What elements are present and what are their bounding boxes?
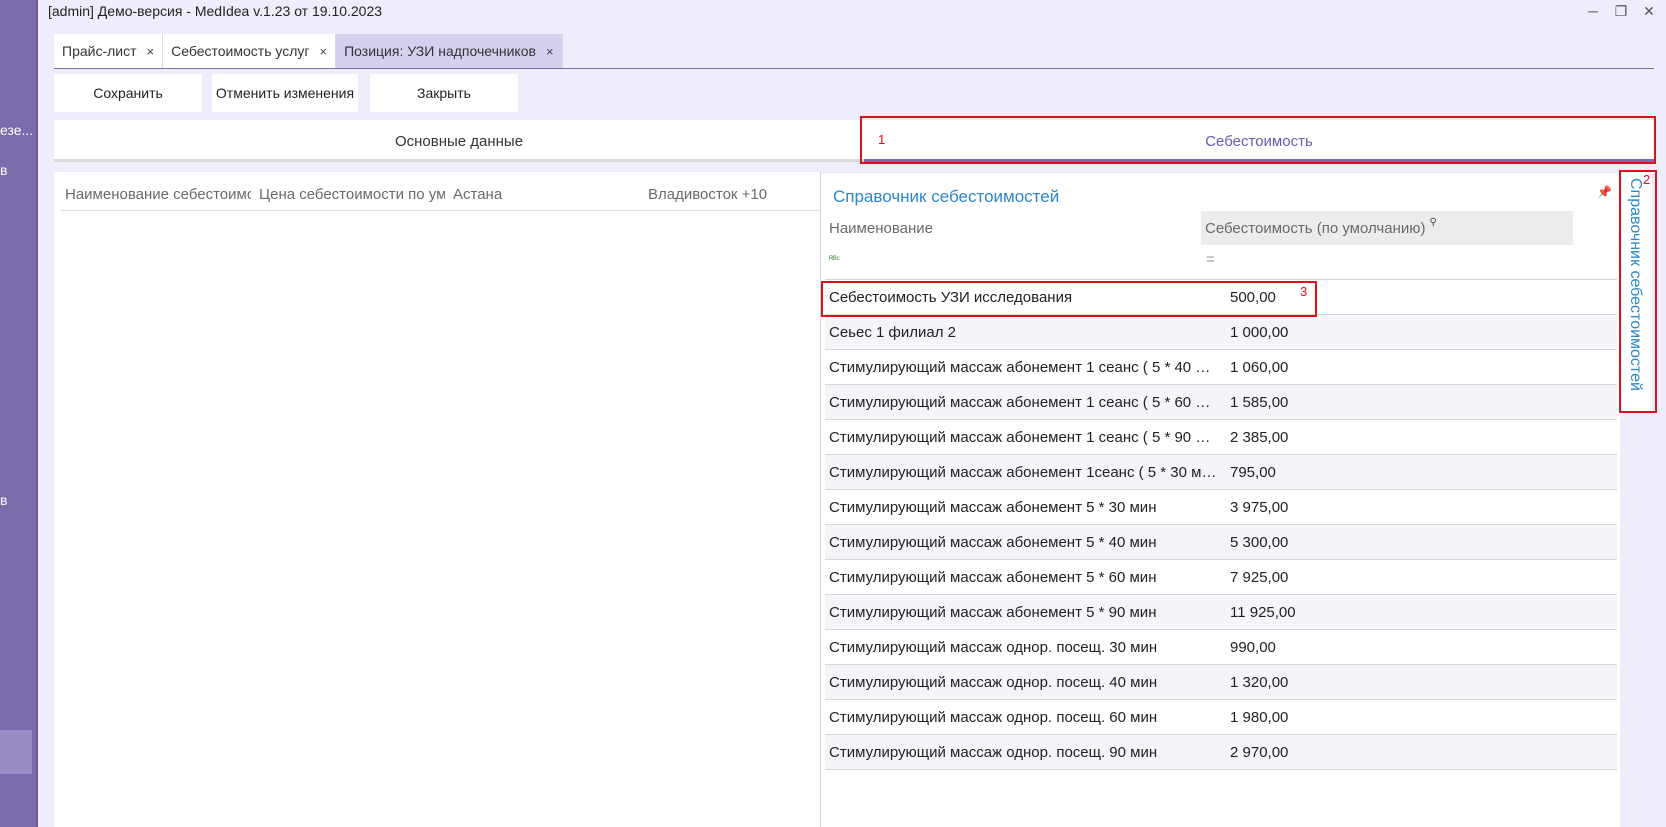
sidebar-item-fragment[interactable]: в: [0, 162, 7, 178]
filter-icon[interactable]: ⚲: [1429, 217, 1436, 228]
column-header[interactable]: Владивосток +10: [648, 186, 808, 203]
annotation-box-2: [1619, 170, 1657, 413]
cost-grid-panel: Наименование себестоимости Цена себестои…: [54, 172, 820, 827]
row-name: Стимулирующий массаж однор. посещ. 90 ми…: [829, 744, 1158, 761]
table-row[interactable]: Сеьес 1 филиал 2 1 000,00: [825, 315, 1617, 350]
row-name: Стимулирующий массаж однор. посещ. 60 ми…: [829, 709, 1158, 726]
column-header[interactable]: Наименование себестоимости: [65, 186, 251, 203]
table-row[interactable]: Стимулирующий массаж абонемент 5 * 40 ми…: [825, 525, 1617, 560]
row-cost: 2 970,00: [1230, 744, 1289, 761]
row-name: Стимулирующий массаж однор. посещ. 40 ми…: [829, 674, 1158, 691]
equals-filter-icon[interactable]: =: [1206, 251, 1215, 268]
tab-label: Себестоимость услуг: [171, 43, 310, 59]
minimize-icon[interactable]: ─: [1582, 1, 1604, 21]
close-window-icon[interactable]: ✕: [1638, 1, 1660, 21]
tab-underline: [54, 159, 864, 162]
tab-price-list[interactable]: Прайс-лист ×: [54, 34, 164, 68]
annotation-number: 3: [1300, 284, 1308, 299]
column-header-cost[interactable]: Себестоимость (по умолчанию) ⚲: [1201, 211, 1573, 245]
row-name: Стимулирующий массаж абонемент 5 * 30 ми…: [829, 499, 1157, 516]
window-title: [admin] Демо-версия - MedIdea v.1.23 от …: [48, 3, 383, 19]
tab-label: Прайс-лист: [62, 43, 137, 59]
row-cost: 990,00: [1230, 639, 1276, 656]
table-row[interactable]: Стимулирующий массаж абонемент 1сеанс ( …: [825, 455, 1617, 490]
annotation-box-3: [821, 281, 1317, 317]
row-name: Стимулирующий массаж однор. посещ. 30 ми…: [829, 639, 1158, 656]
document-tabs: Прайс-лист × Себестоимость услуг × Позиц…: [54, 34, 563, 68]
tabs-divider: [54, 68, 1654, 69]
row-cost: 3 975,00: [1230, 499, 1289, 516]
row-name: Стимулирующий массаж абонемент 5 * 40 ми…: [829, 534, 1157, 551]
column-header[interactable]: Астана: [453, 186, 603, 203]
row-cost: 7 925,00: [1230, 569, 1289, 586]
row-cost: 1 060,00: [1230, 359, 1289, 376]
table-row[interactable]: Стимулирующий массаж абонемент 5 * 60 ми…: [825, 560, 1617, 595]
column-header[interactable]: Цена себестоимости по умолчанию: [259, 186, 445, 203]
row-name: Сеьес 1 филиал 2: [829, 324, 956, 341]
table-row[interactable]: Стимулирующий массаж однор. посещ. 60 ми…: [825, 700, 1617, 735]
panel-title: Справочник себестоимостей: [833, 187, 1060, 206]
row-cost: 1 980,00: [1230, 709, 1289, 726]
row-name: Стимулирующий массаж абонемент 1сеанс ( …: [829, 464, 1219, 481]
app-sidebar: езе... в в: [0, 0, 38, 827]
close-tab-icon[interactable]: ×: [147, 44, 155, 59]
close-button[interactable]: Закрыть: [370, 74, 518, 112]
pin-icon[interactable]: 📌: [1597, 185, 1612, 199]
close-tab-icon[interactable]: ×: [320, 44, 328, 59]
sidebar-selected-item[interactable]: [0, 730, 32, 774]
column-header-name[interactable]: Наименование: [825, 211, 1201, 245]
tab-main-data[interactable]: Основные данные: [54, 120, 864, 162]
text-filter-icon[interactable]: ᴿᴮᶜ: [829, 254, 840, 264]
tab-label: Позиция: УЗИ надпочечников: [344, 43, 536, 59]
row-cost: 795,00: [1230, 464, 1276, 481]
row-name: Стимулирующий массаж абонемент 1 сеанс (…: [829, 394, 1219, 411]
row-cost: 1 585,00: [1230, 394, 1289, 411]
row-name: Стимулирующий массаж абонемент 5 * 60 ми…: [829, 569, 1157, 586]
row-cost: 2 385,00: [1230, 429, 1289, 446]
maximize-icon[interactable]: ❐: [1610, 1, 1632, 21]
cost-reference-panel: Справочник себестоимостей 📌 Наименование…: [820, 172, 1620, 827]
filter-row[interactable]: ᴿᴮᶜ =: [825, 245, 1617, 280]
cancel-changes-button[interactable]: Отменить изменения: [212, 74, 358, 112]
annotation-number: 2: [1643, 172, 1651, 187]
column-header-label: Себестоимость (по умолчанию): [1205, 219, 1426, 237]
save-button[interactable]: Сохранить: [54, 74, 202, 112]
table-row[interactable]: Стимулирующий массаж однор. посещ. 30 ми…: [825, 630, 1617, 665]
row-cost: 1 000,00: [1230, 324, 1289, 341]
row-cost: 11 925,00: [1230, 604, 1296, 621]
row-cost: 1 320,00: [1230, 674, 1289, 691]
tab-position-uzi[interactable]: Позиция: УЗИ надпочечников ×: [336, 34, 563, 68]
sidebar-item-fragment[interactable]: езе...: [0, 122, 33, 138]
header-divider: [60, 210, 820, 211]
table-row[interactable]: Стимулирующий массаж однор. посещ. 90 ми…: [825, 735, 1617, 770]
tab-service-cost[interactable]: Себестоимость услуг ×: [163, 34, 337, 68]
table-row[interactable]: Стимулирующий массаж абонемент 1 сеанс (…: [825, 420, 1617, 455]
row-name: Стимулирующий массаж абонемент 1 сеанс (…: [829, 359, 1219, 376]
row-cost: 5 300,00: [1230, 534, 1289, 551]
table-row[interactable]: Стимулирующий массаж абонемент 1 сеанс (…: [825, 350, 1617, 385]
annotation-box-1: [860, 116, 1656, 164]
row-name: Стимулирующий массаж абонемент 1 сеанс (…: [829, 429, 1219, 446]
table-row[interactable]: Стимулирующий массаж однор. посещ. 40 ми…: [825, 665, 1617, 700]
close-tab-icon[interactable]: ×: [546, 44, 554, 59]
annotation-number: 1: [878, 132, 886, 147]
row-name: Стимулирующий массаж абонемент 5 * 90 ми…: [829, 604, 1157, 621]
sidebar-item-fragment[interactable]: в: [0, 492, 7, 508]
table-row[interactable]: Стимулирующий массаж абонемент 5 * 30 ми…: [825, 490, 1617, 525]
table-row[interactable]: Стимулирующий массаж абонемент 5 * 90 ми…: [825, 595, 1617, 630]
table-row[interactable]: Стимулирующий массаж абонемент 1 сеанс (…: [825, 385, 1617, 420]
title-bar: [admin] Демо-версия - MedIdea v.1.23 от …: [38, 0, 1666, 24]
